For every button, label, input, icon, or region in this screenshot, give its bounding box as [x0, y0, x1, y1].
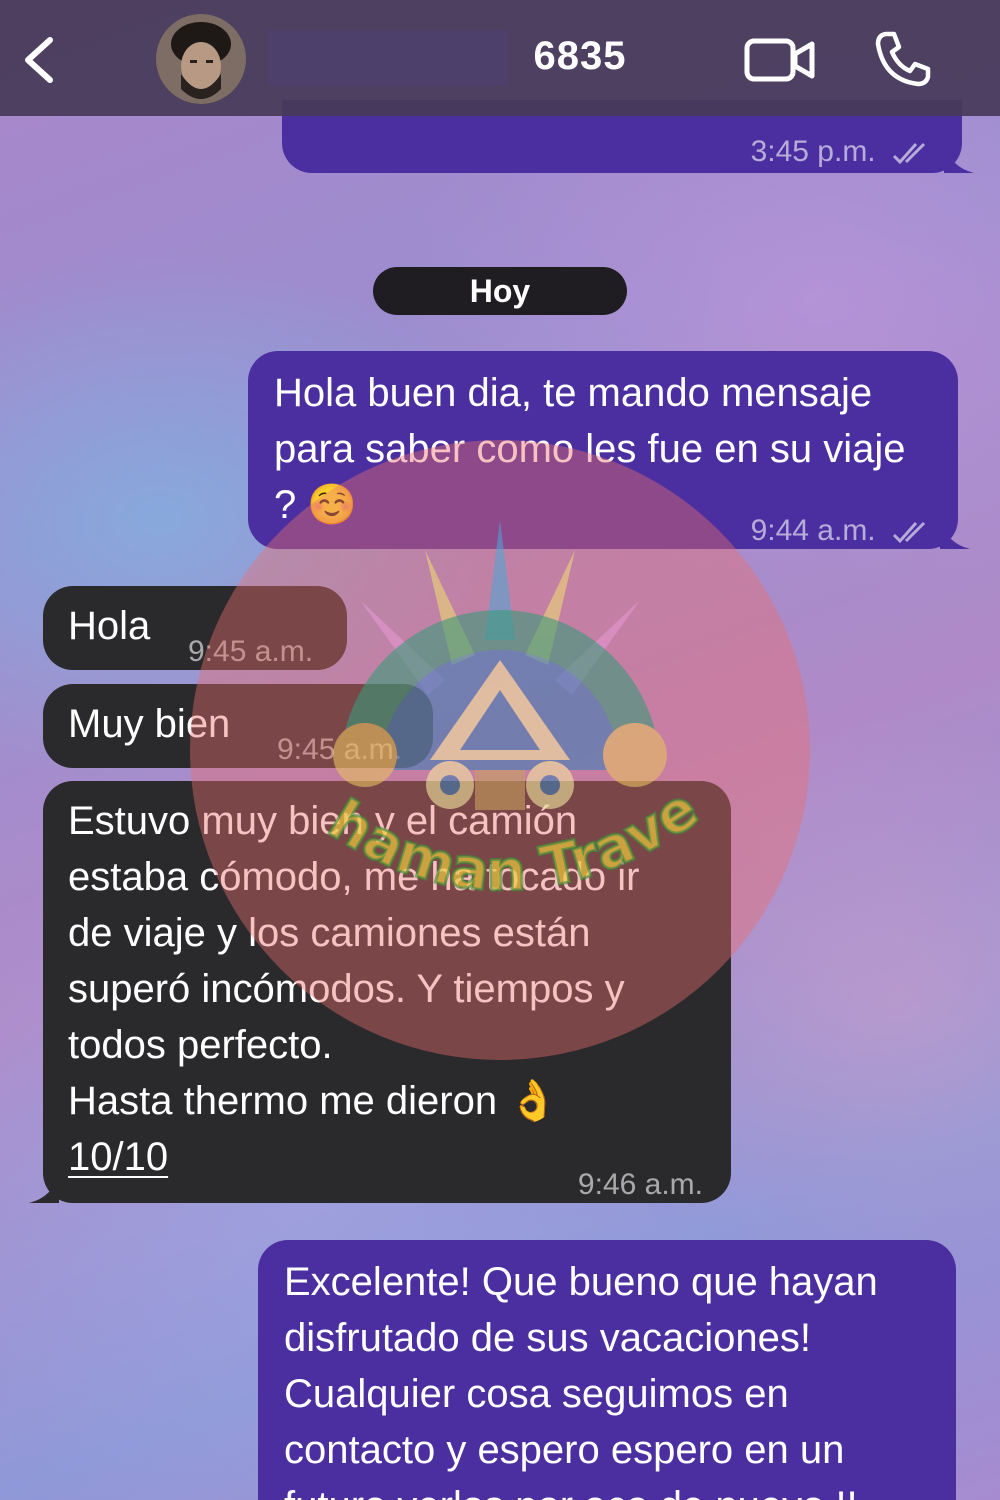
message-time: 3:45 p.m. [750, 135, 876, 168]
bubble-tail [944, 143, 974, 173]
message-line: contacto y espero espero en un [284, 1428, 845, 1472]
message-line: Hasta thermo me dieron 👌 [68, 1079, 558, 1123]
date-divider: Hoy [373, 267, 627, 315]
video-camera-icon [744, 38, 815, 82]
message-line: futuro verlos por aca de nuevo !! [284, 1478, 932, 1500]
message-incoming[interactable]: Muy bien 9:45 a.m. [43, 684, 433, 768]
video-call-button[interactable] [744, 36, 816, 84]
phone-icon [875, 31, 931, 87]
message-meta: 9:44 a.m. [751, 503, 932, 559]
message-line: superó incómodos. Y tiempos y [68, 967, 625, 1011]
message-time: 9:45 a.m. [188, 635, 314, 668]
message-time: 9:45 a.m. [277, 733, 403, 766]
message-text: Muy bien [68, 702, 231, 746]
avatar-image [156, 14, 246, 104]
message-outgoing[interactable]: Hola buen dia, te mando mensaje para sab… [248, 351, 970, 549]
message-text: Excelente! Que bueno que hayan disfrutad… [284, 1254, 932, 1500]
message-line: de viaje y los camiones están [68, 911, 591, 955]
voice-call-button[interactable] [872, 30, 932, 88]
message-line: estaba cómodo, me ha tocado ir [68, 855, 640, 899]
message-outgoing[interactable]: Excelente! Que bueno que hayan disfrutad… [258, 1240, 956, 1500]
double-check-icon [892, 143, 926, 165]
message-link[interactable]: 10/10 [68, 1135, 168, 1179]
message-incoming[interactable]: Hola 9:45 a.m. [43, 586, 347, 670]
bubble-tail [940, 519, 970, 549]
message-text: Estuvo muy bien y el camión estaba cómod… [68, 793, 707, 1185]
message-meta: 3:45 p.m. [751, 124, 932, 180]
message-line: Estuvo muy bien y el camión [68, 799, 578, 843]
chevron-left-icon [25, 37, 53, 83]
chat-header: 6835 [0, 0, 1000, 116]
redacted-name-block [268, 30, 508, 86]
contact-name[interactable]: 6835 [500, 34, 660, 79]
avatar[interactable] [156, 14, 246, 104]
message-time: 9:44 a.m. [750, 514, 876, 547]
back-button[interactable] [14, 30, 64, 90]
message-line: disfrutado de sus vacaciones! [284, 1316, 811, 1360]
message-text: Hola [68, 604, 151, 648]
message-line: Cualquier cosa seguimos en [284, 1372, 789, 1416]
message-line: todos perfecto. [68, 1023, 333, 1067]
double-check-icon [892, 522, 926, 544]
bubble-tail [29, 1173, 59, 1203]
message-line: Excelente! Que bueno que hayan [284, 1260, 878, 1304]
message-time: 9:46 a.m. [577, 1168, 703, 1201]
message-incoming[interactable]: Estuvo muy bien y el camión estaba cómod… [29, 781, 731, 1203]
